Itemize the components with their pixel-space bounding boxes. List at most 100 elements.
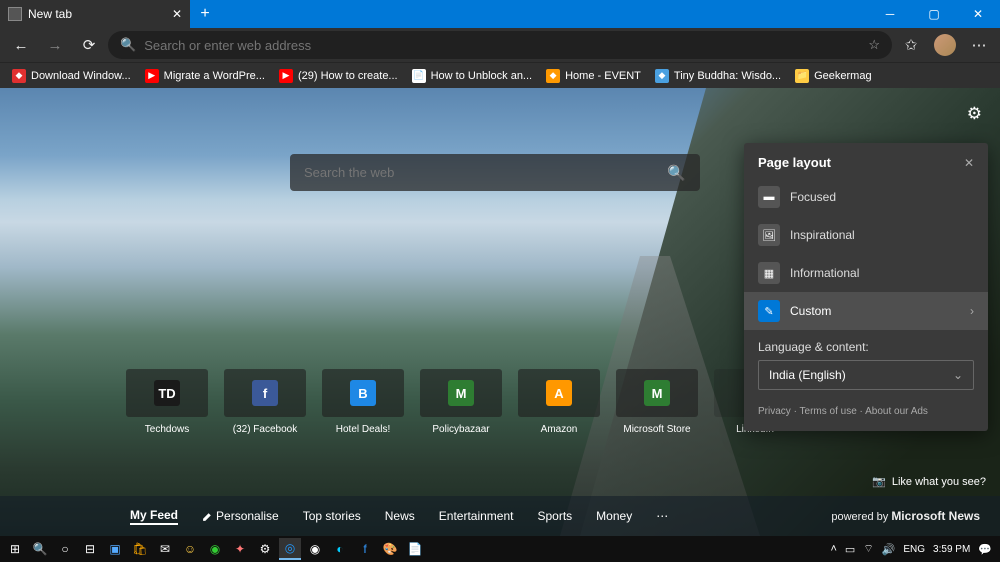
tray-language[interactable]: ENG — [903, 544, 925, 555]
language-value: India (English) — [769, 368, 846, 382]
feed-tab-sports[interactable]: Sports — [537, 509, 572, 523]
privacy-link[interactable]: Privacy — [758, 406, 791, 417]
like-label: Like what you see? — [892, 476, 986, 488]
start-button[interactable]: ⊞ — [4, 538, 26, 560]
feed-tab-entertainment[interactable]: Entertainment — [439, 509, 514, 523]
tray-chevron-icon[interactable]: ˄ — [830, 543, 836, 555]
address-bar[interactable]: 🔍 ☆ — [108, 31, 892, 59]
taskbar-edge-icon[interactable]: ◎ — [279, 538, 301, 560]
tray-clock[interactable]: 3:59 PM — [933, 544, 970, 555]
tile-box: B — [322, 369, 404, 417]
taskbar-app[interactable]: ◉ — [204, 538, 226, 560]
feed-tab-topstories[interactable]: Top stories — [303, 509, 361, 523]
tab-title: New tab — [28, 7, 72, 21]
bookmark-item[interactable]: ▶(29) How to create... — [273, 67, 404, 85]
tile-label: Amazon — [541, 424, 578, 435]
camera-icon: 📷 — [872, 475, 886, 488]
feed-tab-news[interactable]: News — [385, 509, 415, 523]
page-layout-panel: Page layout ✕ ▬ Focused 🖼 Inspirational … — [744, 143, 988, 431]
tile-icon: B — [350, 380, 376, 406]
window-close-button[interactable]: ✕ — [956, 0, 1000, 28]
tile-box: f — [224, 369, 306, 417]
language-content-label: Language & content: — [744, 330, 988, 360]
quick-link-tile[interactable]: TDTechdows — [125, 369, 209, 435]
bookmark-item[interactable]: ▶Migrate a WordPre... — [139, 67, 271, 85]
browser-tab[interactable]: New tab ✕ — [0, 0, 190, 28]
taskbar-app[interactable]: ▣ — [104, 538, 126, 560]
new-tab-button[interactable]: + — [190, 0, 220, 28]
volume-icon[interactable]: 🔊 — [882, 543, 896, 556]
favorite-icon[interactable]: ☆ — [868, 37, 880, 53]
taskbar-app[interactable]: ◐ — [329, 538, 351, 560]
like-what-you-see-link[interactable]: 📷 Like what you see? — [872, 475, 986, 488]
refresh-button[interactable]: ⟳ — [74, 30, 104, 60]
bookmark-item[interactable]: ◆Home - EVENT — [540, 67, 647, 85]
search-icon[interactable]: 🔍 — [29, 538, 51, 560]
search-icon[interactable]: 🔍 — [667, 164, 686, 182]
tab-close-icon[interactable]: ✕ — [172, 7, 182, 21]
bookmark-item[interactable]: ◆Tiny Buddha: Wisdo... — [649, 67, 787, 85]
terms-link[interactable]: Terms of use — [800, 406, 857, 417]
ads-link[interactable]: About our Ads — [865, 406, 928, 417]
page-settings-gear-icon[interactable]: ⚙ — [967, 104, 982, 124]
language-select[interactable]: India (English) ⌄ — [758, 360, 974, 390]
custom-icon: ✎ — [758, 300, 780, 322]
quick-link-tile[interactable]: MMicrosoft Store — [615, 369, 699, 435]
layout-option-informational[interactable]: ▦ Informational — [744, 254, 988, 292]
taskbar-app[interactable]: f — [354, 538, 376, 560]
quick-link-tile[interactable]: MPolicybazaar — [419, 369, 503, 435]
taskbar-app[interactable]: 📄 — [404, 538, 426, 560]
tile-box: M — [616, 369, 698, 417]
address-input[interactable] — [144, 38, 860, 53]
feed-tab-personalise[interactable]: Personalise — [202, 509, 279, 523]
taskbar-app[interactable]: ✉ — [154, 538, 176, 560]
taskbar-app[interactable]: ☺ — [179, 538, 201, 560]
taskbar-app[interactable]: 🎨 — [379, 538, 401, 560]
tile-box: A — [518, 369, 600, 417]
feed-tab-money[interactable]: Money — [596, 509, 632, 523]
bookmark-label: (29) How to create... — [298, 70, 398, 82]
bookmark-item[interactable]: 📄How to Unblock an... — [406, 67, 539, 85]
quick-link-tile[interactable]: f (32) Facebook — [223, 369, 307, 435]
layout-option-inspirational[interactable]: 🖼 Inspirational — [744, 216, 988, 254]
tile-label: Policybazaar — [432, 424, 489, 435]
window-maximize-button[interactable]: ▢ — [912, 0, 956, 28]
bookmark-item[interactable]: ◆Download Window... — [6, 67, 137, 85]
feed-tab-myfeed[interactable]: My Feed — [130, 508, 178, 525]
bookmark-label: Geekermag — [814, 70, 871, 82]
feed-more-button[interactable]: ⋯ — [656, 509, 668, 523]
bookmark-item[interactable]: 📁 Geekermag — [789, 67, 877, 85]
wifi-icon[interactable]: ⌔ — [863, 542, 873, 556]
back-button[interactable]: ← — [6, 30, 36, 60]
profile-avatar[interactable] — [934, 34, 956, 56]
taskbar-app[interactable]: ✦ — [229, 538, 251, 560]
notifications-icon[interactable]: 💬 — [978, 543, 992, 556]
web-search-box[interactable]: 🔍 — [290, 154, 700, 191]
quick-link-tile[interactable]: A Amazon — [517, 369, 601, 435]
layout-option-focused[interactable]: ▬ Focused — [744, 178, 988, 216]
windows-taskbar: ⊞ 🔍 ○ ⊟ ▣ 🛍 ✉ ☺ ◉ ✦ ⚙ ◎ ◉ ◐ f 🎨 📄 ˄ ▭ ⌔ … — [0, 536, 1000, 562]
taskbar-chrome-icon[interactable]: ◉ — [304, 538, 326, 560]
bookmarks-bar: ◆Download Window...▶Migrate a WordPre...… — [0, 62, 1000, 88]
bookmark-icon: ◆ — [546, 69, 560, 83]
quick-link-tile[interactable]: BHotel Deals! — [321, 369, 405, 435]
tile-label: (32) Facebook — [233, 424, 297, 435]
panel-close-icon[interactable]: ✕ — [964, 156, 974, 170]
cortana-icon[interactable]: ○ — [54, 538, 76, 560]
web-search-input[interactable] — [304, 165, 667, 180]
tile-icon: M — [644, 380, 670, 406]
battery-icon[interactable]: ▭ — [845, 543, 855, 556]
window-titlebar: New tab ✕ + ─ ▢ ✕ — [0, 0, 1000, 28]
taskview-icon[interactable]: ⊟ — [79, 538, 101, 560]
favorites-button[interactable]: ✩ — [896, 30, 926, 60]
chevron-right-icon: › — [970, 304, 974, 318]
taskbar-app[interactable]: 🛍 — [129, 538, 151, 560]
system-tray: ˄ ▭ ⌔ 🔊 ENG 3:59 PM 💬 — [830, 542, 996, 556]
bookmark-icon: 📁 — [795, 69, 809, 83]
window-minimize-button[interactable]: ─ — [868, 0, 912, 28]
layout-option-custom[interactable]: ✎ Custom › — [744, 292, 988, 330]
taskbar-app[interactable]: ⚙ — [254, 538, 276, 560]
tile-icon: f — [252, 380, 278, 406]
forward-button[interactable]: → — [40, 30, 70, 60]
menu-button[interactable]: ⋯ — [964, 30, 994, 60]
